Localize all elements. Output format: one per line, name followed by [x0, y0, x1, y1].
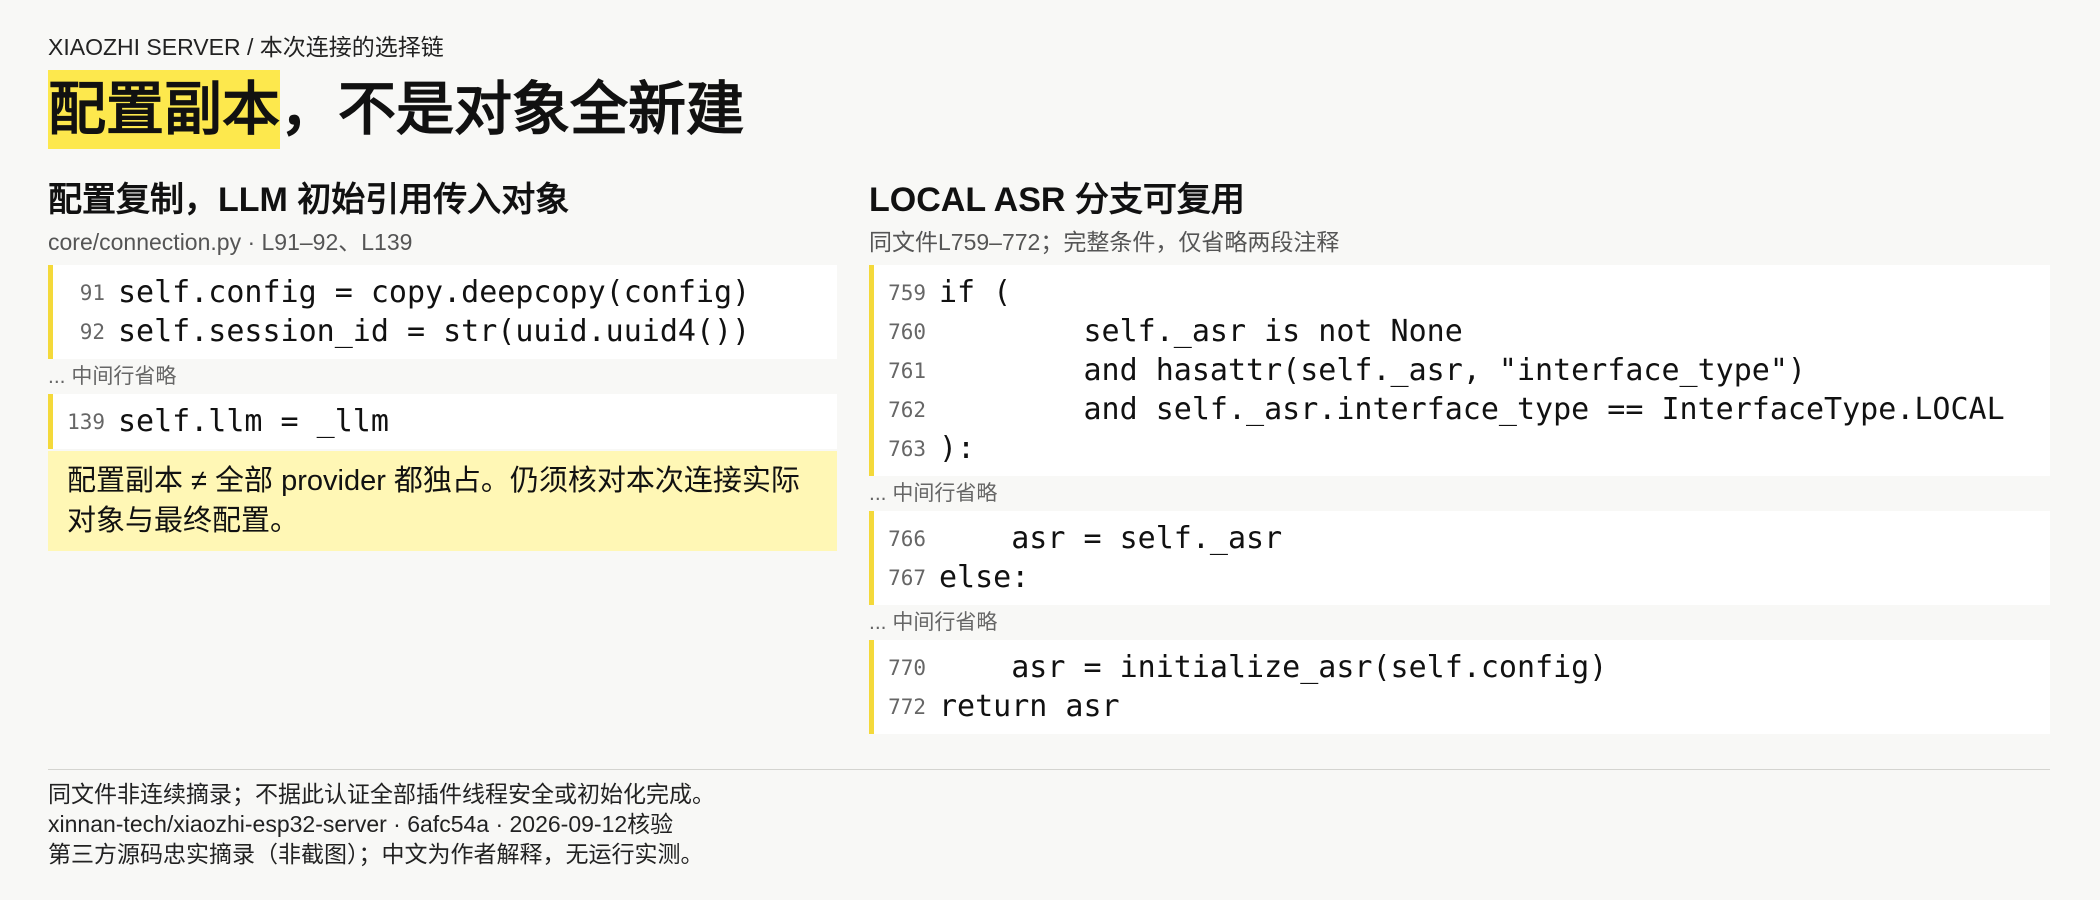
code-text: ):: [939, 431, 976, 466]
line-number: 92: [79, 319, 105, 344]
code-line: 91 self.config = copy.deepcopy(config): [53, 273, 837, 312]
code-text: else:: [939, 560, 1030, 595]
right-panel-heading: LOCAL ASR 分支可复用: [869, 181, 1245, 219]
left-panel: 配置复制，LLM 初始引用传入对象 core/connection.py · L…: [48, 178, 837, 551]
code-text: and hasattr(self._asr, "interface_type"): [939, 353, 1806, 388]
code-line: 766 asr = self._asr: [874, 519, 2050, 558]
right-panel: LOCAL ASR 分支可复用 同文件L759–772；完整条件，仅省略两段注释…: [869, 178, 2050, 734]
code-line: 762 and self._asr.interface_type == Inte…: [874, 390, 2050, 429]
code-line: 770 asr = initialize_asr(self.config): [874, 648, 2050, 687]
title-rest: ，不是对象全新建: [280, 77, 745, 142]
omitted-lines-marker: ... 中间行省略: [48, 365, 177, 388]
line-number: 760: [888, 319, 926, 344]
breadcrumb: XIAOZHI SERVER / 本次连接的选择链: [48, 34, 444, 60]
line-number: 770: [888, 655, 926, 680]
left-panel-source: core/connection.py · L91–92、L139: [48, 229, 413, 255]
code-line: 763 ):: [874, 429, 2050, 468]
code-text: self.session_id = str(uuid.uuid4()): [118, 314, 751, 349]
line-number: 761: [888, 358, 926, 383]
line-number: 772: [888, 694, 926, 719]
code-line: 92 self.session_id = str(uuid.uuid4()): [53, 312, 837, 351]
footer: 同文件非连续摘录；不据此认证全部插件线程安全或初始化完成。 xinnan-tec…: [48, 779, 2050, 869]
line-number: 91: [79, 280, 105, 305]
code-line: 139 self.llm = _llm: [53, 402, 837, 441]
code-line: 760 self._asr is not None: [874, 312, 2050, 351]
omitted-lines-marker: ... 中间行省略: [869, 482, 998, 505]
code-text: return asr: [939, 689, 1120, 724]
title-highlight: 配置副本: [48, 70, 281, 149]
right-panel-source: 同文件L759–772；完整条件，仅省略两段注释: [869, 229, 1340, 255]
code-block: 770 asr = initialize_asr(self.config) 77…: [869, 640, 2050, 734]
code-block: 91 self.config = copy.deepcopy(config) 9…: [48, 265, 837, 359]
footer-divider: [48, 769, 2050, 770]
code-block: 759 if ( 760 self._asr is not None 761 a…: [869, 265, 2050, 476]
code-text: if (: [939, 275, 1012, 310]
footer-disclaimer: 同文件非连续摘录；不据此认证全部插件线程安全或初始化完成。: [48, 781, 715, 807]
code-block: 139 self.llm = _llm: [48, 394, 837, 449]
line-number: 767: [888, 565, 926, 590]
page-title: 配置副本，不是对象全新建: [48, 70, 744, 149]
code-text: asr = self._asr: [939, 521, 1283, 556]
code-line: 759 if (: [874, 273, 2050, 312]
code-block: 766 asr = self._asr 767 else:: [869, 511, 2050, 605]
code-text: asr = initialize_asr(self.config): [939, 650, 1608, 685]
code-text: self.config = copy.deepcopy(config): [118, 275, 751, 310]
line-number: 139: [67, 409, 105, 434]
note-callout: 配置副本 ≠ 全部 provider 都独占。仍须核对本次连接实际对象与最终配置…: [48, 451, 837, 551]
code-line: 761 and hasattr(self._asr, "interface_ty…: [874, 351, 2050, 390]
footer-method: 第三方源码忠实摘录（非截图）；中文为作者解释，无运行实测。: [48, 841, 704, 867]
code-text: self.llm = _llm: [118, 404, 389, 439]
left-panel-heading: 配置复制，LLM 初始引用传入对象: [48, 181, 570, 219]
omitted-lines-marker: ... 中间行省略: [869, 611, 998, 634]
code-line: 767 else:: [874, 558, 2050, 597]
code-line: 772 return asr: [874, 687, 2050, 726]
code-text: and self._asr.interface_type == Interfac…: [939, 392, 2005, 427]
line-number: 766: [888, 526, 926, 551]
code-text: self._asr is not None: [939, 314, 1463, 349]
line-number: 759: [888, 280, 926, 305]
line-number: 763: [888, 436, 926, 461]
footer-source: xinnan-tech/xiaozhi-esp32-server · 6afc5…: [48, 811, 674, 837]
line-number: 762: [888, 397, 926, 422]
